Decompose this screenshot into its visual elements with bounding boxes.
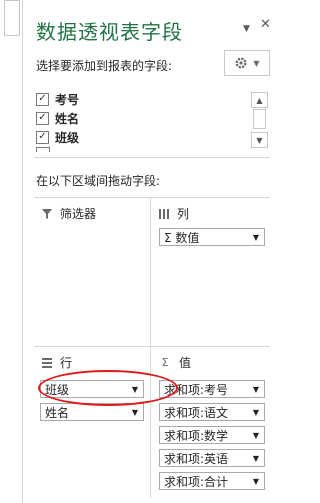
value-field-yingyu[interactable]: 求和项:英语 ▼ bbox=[159, 449, 265, 467]
rows-area-title: 行 bbox=[60, 356, 73, 370]
row-field-xingming[interactable]: 姓名 ▼ bbox=[40, 403, 144, 421]
scroll-thumb[interactable] bbox=[253, 109, 266, 129]
values-area[interactable]: Σ 值 求和项:考号 ▼ 求和项:语文 ▼ 求和项:数学 ▼ 求和项:英语 ▼ … bbox=[151, 347, 270, 499]
chevron-down-icon: ▼ bbox=[253, 58, 260, 68]
scroll-down-button[interactable]: ▼ bbox=[251, 132, 268, 148]
field-item-kaohao[interactable]: ✓ 考号 bbox=[36, 90, 79, 108]
field-label: 班级 bbox=[55, 130, 80, 145]
field-list: ✓ 考号 ✓ 姓名 ✓ 班级 bbox=[34, 86, 270, 152]
chevron-down-icon: ▼ bbox=[252, 407, 259, 417]
left-edge-strip bbox=[0, 0, 23, 503]
field-label: 姓名 bbox=[55, 111, 80, 126]
chevron-down-icon: ▼ bbox=[243, 24, 250, 34]
checkbox-checked[interactable]: ✓ bbox=[36, 111, 49, 125]
chevron-down-icon: ▼ bbox=[252, 453, 259, 463]
close-icon: ✕ bbox=[260, 17, 271, 32]
field-item-banji[interactable]: ✓ 班级 bbox=[36, 128, 79, 146]
field-pill-label: 求和项:合计 bbox=[164, 474, 229, 489]
pane-title: 数据透视表字段 bbox=[36, 20, 183, 44]
partial-checkbox bbox=[36, 147, 50, 152]
tools-button[interactable]: ▼ bbox=[224, 50, 270, 76]
checkbox-checked[interactable]: ✓ bbox=[36, 130, 49, 144]
chevron-down-icon: ▼ bbox=[252, 232, 259, 242]
pivot-field-pane: 数据透视表字段 ▼ ✕ 选择要添加到报表的字段: ▼ ✓ 考号 ✓ 姓名 ✓ 班… bbox=[24, 0, 276, 503]
close-button[interactable]: ✕ bbox=[260, 17, 271, 32]
checkbox-checked[interactable]: ✓ bbox=[36, 92, 49, 106]
strip-scrollbar[interactable] bbox=[4, 0, 20, 36]
value-field-kaohao[interactable]: 求和项:考号 ▼ bbox=[159, 380, 265, 398]
field-pill-label: 姓名 bbox=[45, 405, 70, 420]
values-area-title: 值 bbox=[179, 356, 192, 370]
column-field-values[interactable]: Σ 数值 ▼ bbox=[159, 228, 265, 246]
filters-area-title: 筛选器 bbox=[60, 207, 97, 221]
scroll-up-button[interactable]: ▲ bbox=[251, 92, 268, 108]
drag-fields-label: 在以下区域间拖动字段: bbox=[36, 174, 161, 188]
columns-area[interactable]: 列 Σ 数值 ▼ bbox=[151, 198, 270, 346]
chevron-down-icon: ▼ bbox=[252, 476, 259, 486]
chevron-down-icon: ▼ bbox=[131, 384, 138, 394]
choose-fields-label: 选择要添加到报表的字段: bbox=[36, 59, 173, 73]
value-field-yuwen[interactable]: 求和项:语文 ▼ bbox=[159, 403, 265, 421]
filter-icon bbox=[42, 208, 52, 219]
field-pill-label: 求和项:语文 bbox=[164, 405, 229, 420]
value-field-shuxue[interactable]: 求和项:数学 ▼ bbox=[159, 426, 265, 444]
field-label: 考号 bbox=[55, 92, 80, 107]
rows-area[interactable]: 行 班级 ▼ 姓名 ▼ bbox=[34, 347, 150, 499]
rows-icon bbox=[42, 357, 52, 368]
gear-icon bbox=[235, 57, 247, 69]
chevron-up-icon: ▲ bbox=[256, 95, 263, 105]
chevron-down-icon: ▼ bbox=[252, 430, 259, 440]
field-pill-label: Σ 数值 bbox=[164, 230, 200, 245]
columns-area-header: 列 bbox=[159, 205, 189, 222]
columns-icon bbox=[159, 208, 169, 219]
field-item-xingming[interactable]: ✓ 姓名 bbox=[36, 109, 79, 127]
field-pill-label: 求和项:英语 bbox=[164, 451, 229, 466]
field-pill-label: 求和项:数学 bbox=[164, 428, 229, 443]
row-field-banji[interactable]: 班级 ▼ bbox=[40, 380, 144, 398]
divider bbox=[34, 157, 270, 158]
sigma-icon: Σ bbox=[161, 356, 169, 369]
values-area-header: Σ 值 bbox=[159, 354, 192, 371]
pane-options-button[interactable]: ▼ bbox=[243, 20, 250, 35]
filters-area[interactable]: 筛选器 bbox=[34, 198, 150, 346]
chevron-down-icon: ▼ bbox=[256, 135, 263, 145]
columns-area-title: 列 bbox=[177, 207, 190, 221]
field-list-scrollbar[interactable]: ▲ ▼ bbox=[251, 92, 268, 148]
field-pill-label: 求和项:考号 bbox=[164, 382, 229, 397]
field-pill-label: 班级 bbox=[45, 382, 70, 397]
value-field-heji[interactable]: 求和项:合计 ▼ bbox=[159, 472, 265, 490]
filters-area-header: 筛选器 bbox=[42, 205, 96, 222]
chevron-down-icon: ▼ bbox=[131, 407, 138, 417]
chevron-down-icon: ▼ bbox=[252, 384, 259, 394]
rows-area-header: 行 bbox=[42, 354, 72, 371]
